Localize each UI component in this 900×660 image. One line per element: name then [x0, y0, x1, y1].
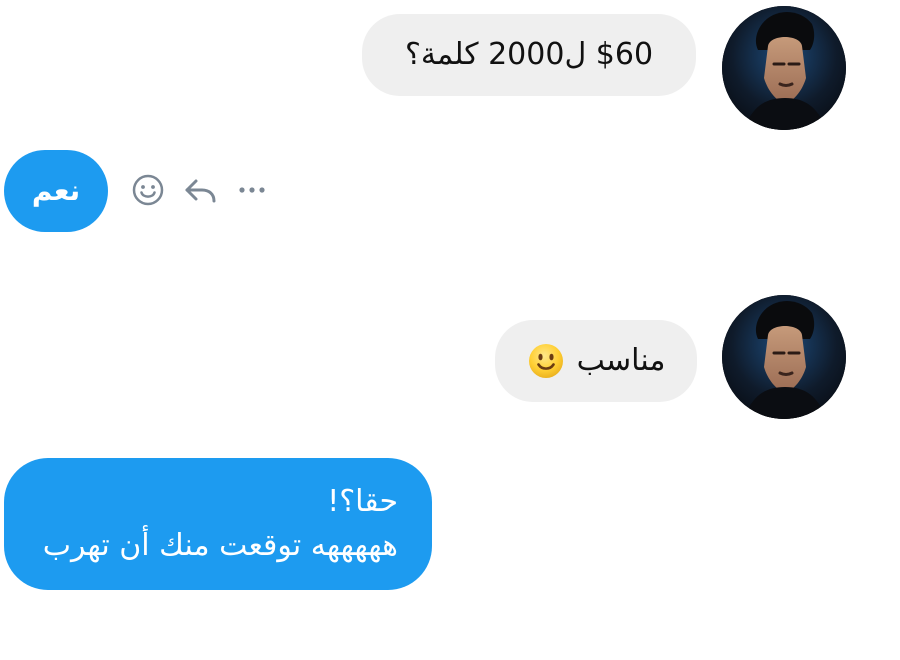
message-text: مناسب	[576, 343, 666, 378]
chat-thread: $60 ل2000 كلمة؟ نعم مناسب حقا؟! هههههه ت…	[0, 0, 900, 660]
avatar[interactable]	[722, 295, 846, 419]
emoji-react-icon	[132, 174, 164, 206]
emoji-react-button[interactable]	[128, 170, 168, 210]
message-bubble-outgoing-1[interactable]: نعم	[4, 150, 108, 232]
message-text: نعم	[31, 174, 81, 208]
message-text: $60 ل2000 كلمة؟	[404, 37, 654, 72]
more-button[interactable]	[232, 170, 272, 210]
reply-icon	[185, 179, 216, 203]
more-icon	[239, 187, 265, 193]
message-actions	[128, 168, 278, 212]
message-text-line-2: هههههه توقعت منك أن تهرب	[42, 527, 398, 563]
message-bubble-incoming-1[interactable]: $60 ل2000 كلمة؟	[362, 14, 696, 96]
message-bubble-outgoing-2[interactable]: حقا؟! هههههه توقعت منك أن تهرب	[4, 458, 432, 590]
reply-button[interactable]	[180, 170, 220, 210]
avatar-image	[722, 6, 846, 130]
message-bubble-incoming-2[interactable]: مناسب	[495, 320, 697, 402]
message-text-line-1: حقا؟!	[327, 484, 398, 519]
avatar[interactable]	[722, 6, 846, 130]
avatar-image	[722, 295, 846, 419]
smile-emoji-icon	[528, 344, 563, 378]
